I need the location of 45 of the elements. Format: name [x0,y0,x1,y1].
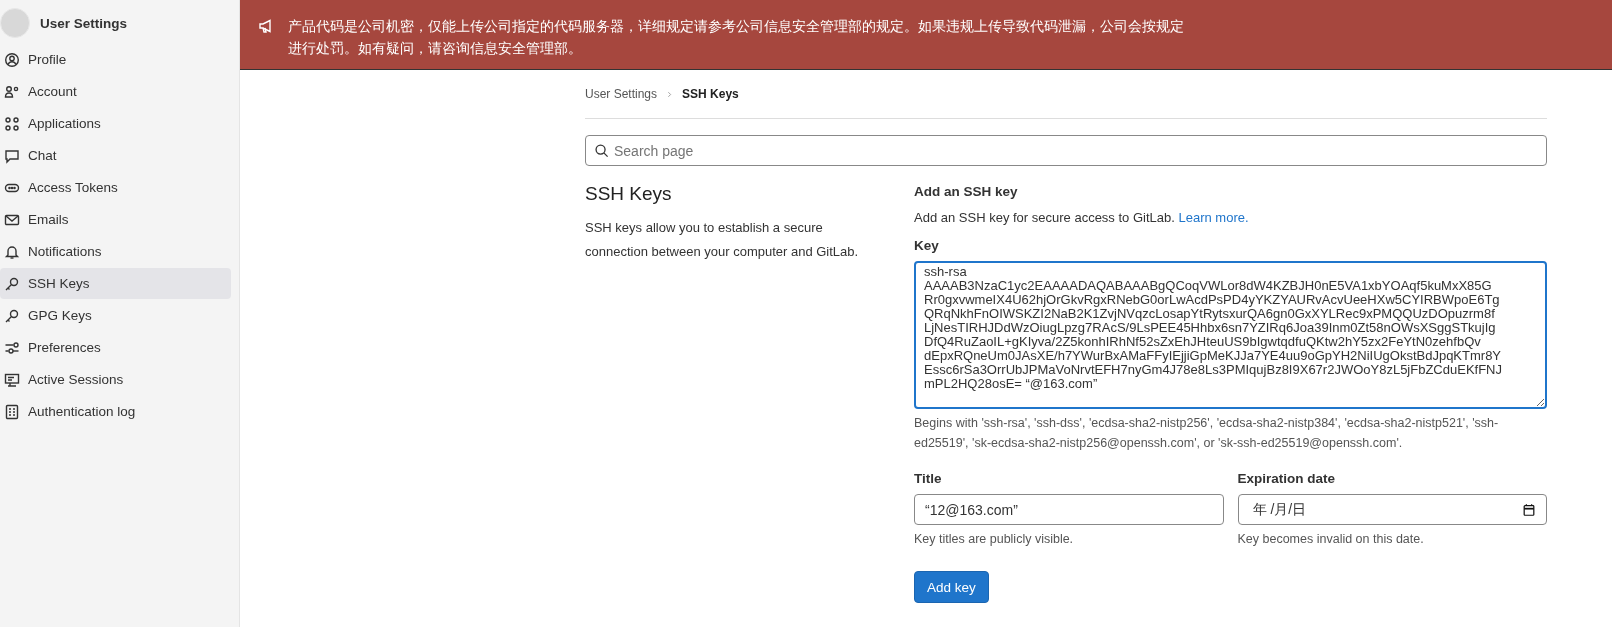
account-icon [4,83,20,100]
bell-icon [4,243,20,260]
sidebar-item[interactable]: Chat [0,140,231,171]
add-key-button[interactable]: Add key [914,571,989,603]
breadcrumb-link[interactable]: User Settings [585,87,658,101]
form-title: Add an SSH key [914,184,1019,199]
sliders-icon [4,339,20,356]
sidebar-item[interactable]: SSH Keys [0,268,231,299]
learn-more-link[interactable]: Learn more. [1178,210,1249,225]
field-label: Title [914,471,943,486]
megaphone-icon [258,18,274,34]
banner-message: 产品代码是公司机密，仅能上传公司指定的代码服务器，详细规定请参考公司信息安全管理部的规定。如果违规上传导致代码泄漏，公司会按规定进行处罚。如有疑问，请咨询信息安全管理部。 [288,18,1185,58]
form-intro: Add an SSH key for secure access to GitLab. Learn more. [914,210,1250,225]
sidebar-item[interactable]: Notifications [0,236,231,267]
calendar-icon [1522,502,1536,517]
key-icon [4,307,20,324]
grid-icon [4,115,20,132]
sidebar-item[interactable]: Emails [0,204,231,235]
title-field[interactable]: “12@163.com” [914,494,1224,525]
sidebar-item[interactable]: Active Sessions [0,364,231,395]
field-hint: Key becomes invalid on this date. [1237,531,1425,548]
chevron-icon [665,89,675,99]
sidebar-item[interactable]: Authentication log [0,396,231,427]
profile-icon [4,51,20,68]
field-label: Expiration date [1237,471,1337,486]
sidebar-item[interactable]: Applications [0,108,231,139]
field-label: Key [914,238,940,253]
breadcrumb-link[interactable]: SSH Keys [682,87,739,101]
monitor-icon [4,371,20,388]
list-icon [4,403,20,420]
field-hint: Key titles are publicly visible. [914,531,1075,548]
key-field[interactable]: ssh-rsa AAAAB3NzaC1yc2EAAAADAQABAAABgQCoqVWLor8dW4KZBJH0nE5VA1xbYOAqf5kuMxX85G Rr0gxvwmeIX4U62hjOrGkvRgxRNebG0orLwAcdPsPD4yYKZYAURvAcvUeeHXw5CYIRBWpoE6Tg QRqNkhFnOIWSKZI2NaB2K1ZvjNVqzcLosapYtRytsxurQA6gn0GxXYLRec9xPMQQUzDOpuzrm8f LjNesTIRHJDdWzOiugLpzg7RAcS/9LsPEE45Hhbx6sn7YZIRq6Joa39Inm0Zt58nOWsXSggSTkujIg DfQ4RuZaoIL+gKIyva/2Z5konhIRhNf52sZxEhJHteuUS9bIgwtqdfuQKtw2hY5zx2FeYtN0zehfbQv dEpxRQneUm0JAsXE/h7YWurBxAMaFFyIEjjiGpMeKJJa7YE4uu9oGpYH2NiIUgOkstBdJpqKTmr8Y Essc6rSa3OrrUbJPMaVoNrvtEFH7nyGm4J78e8Ls3PMIqujBz8I9X67r2JWOoY8zL5jFbZCduEKfFNJ mPL2HQ28osE= “@163.com” [914,261,1547,409]
sidebar-item[interactable]: Account [0,76,231,107]
search-field[interactable]: Search page [585,135,1547,166]
field-hint: Begins with 'ssh-rsa', 'ssh-dss', 'ecdsa-sha2-nistp256', 'ecdsa-sha2-nistp384', 'ecdsa-sha2-nistp521', 'ssh-ed25519', 'sk-ecdsa-sha2-nistp256@openssh.com', or 'sk-ssh-ed25519@openssh.com'. [914,415,1500,452]
sidebar-item[interactable]: Preferences [0,332,231,363]
key-icon [4,275,20,292]
sidebar-item[interactable]: Profile [0,44,231,75]
sidebar-item[interactable]: Access Tokens [0,172,231,203]
section-description: SSH keys allow you to establish a secure connection between your computer and GitLab. [585,219,860,261]
date-field[interactable]: 年 /月/日 [1237,494,1547,525]
section-title: SSH Keys [585,182,673,206]
sidebar-title: User Settings [40,15,128,31]
chat-icon [4,147,20,164]
sidebar-item[interactable]: GPG Keys [0,300,231,331]
